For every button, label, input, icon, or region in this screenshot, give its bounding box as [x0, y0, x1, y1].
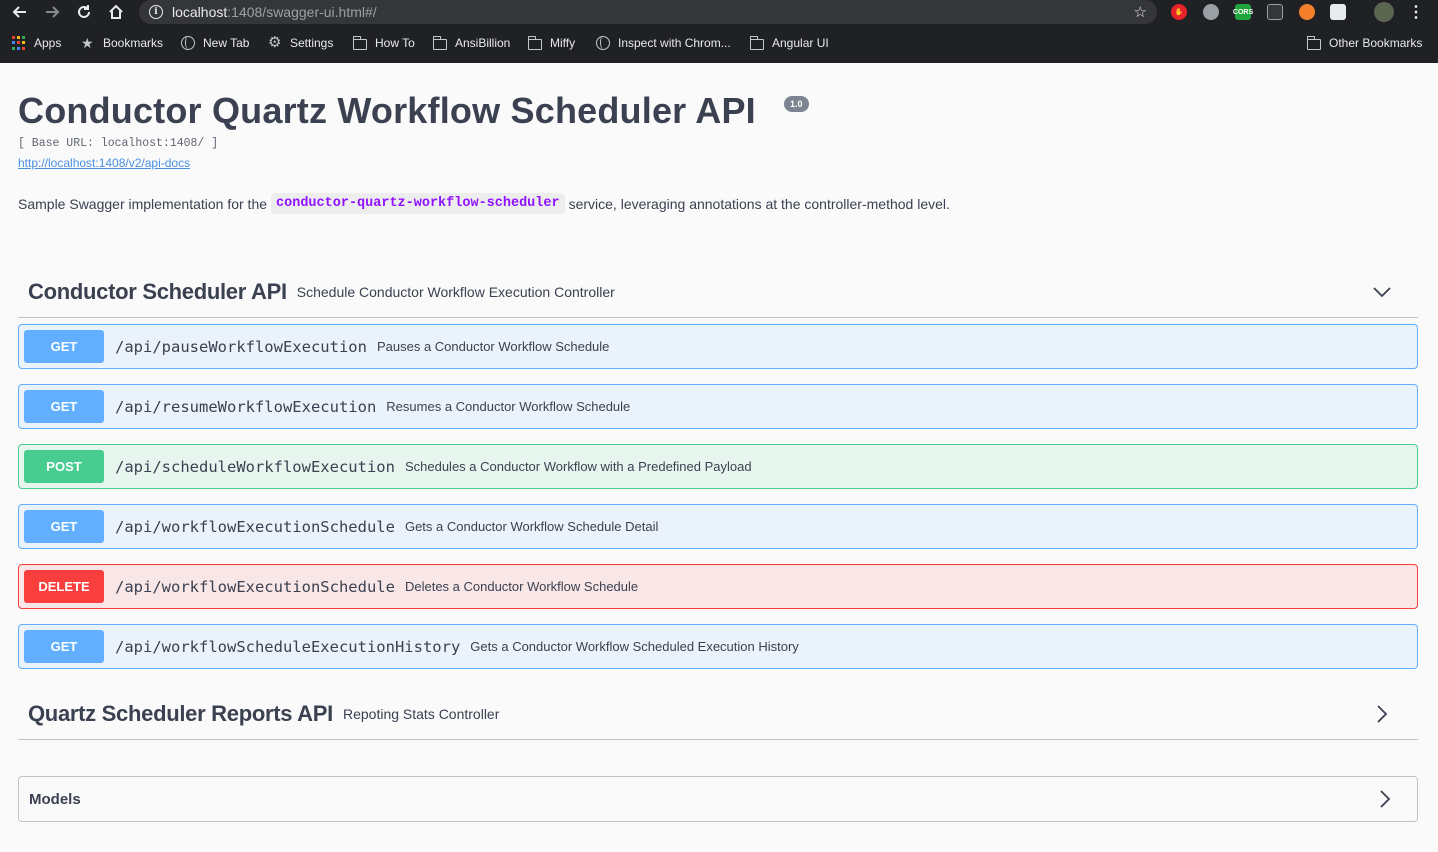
method-badge: GET	[24, 510, 104, 543]
globe-icon	[596, 36, 610, 50]
ext-icon[interactable]	[1267, 4, 1283, 20]
tag-name: Conductor Scheduler API	[28, 278, 287, 304]
star-icon: ★	[81, 35, 94, 51]
adblock-extension-icon[interactable]: ✋	[1171, 4, 1187, 20]
operation-summary: Pauses a Conductor Workflow Schedule	[376, 339, 610, 354]
address-bar[interactable]: i localhost:1408/swagger-ui.html#/ ☆	[139, 0, 1157, 24]
tag-quartz-scheduler-reports-api[interactable]: Quartz Scheduler Reports API Repoting St…	[18, 688, 1418, 740]
operation-path: /api/scheduleWorkflowExecution	[115, 457, 395, 476]
bookmark-inspect[interactable]: Inspect with Chrom...	[596, 35, 731, 51]
bookmark-angular-ui[interactable]: Angular UI	[749, 35, 829, 51]
tag-description: Repoting Stats Controller	[342, 705, 500, 722]
service-name-code: conductor-quartz-workflow-scheduler	[271, 193, 565, 214]
operation-get-pause[interactable]: GET /api/pauseWorkflowExecution Pauses a…	[18, 324, 1418, 369]
bookmark-other[interactable]: Other Bookmarks	[1306, 35, 1422, 51]
api-docs-link[interactable]: http://localhost:1408/v2/api-docs	[18, 156, 190, 170]
url-text: localhost:1408/swagger-ui.html#/	[172, 4, 377, 20]
bookmark-new-tab[interactable]: New Tab	[181, 35, 249, 51]
method-badge: GET	[24, 330, 104, 363]
base-url: [ Base URL: localhost:1408/ ]	[18, 137, 219, 150]
method-badge: DELETE	[24, 570, 104, 603]
operation-delete-schedule[interactable]: DELETE /api/workflowExecutionSchedule De…	[18, 564, 1418, 609]
operation-path: /api/pauseWorkflowExecution	[115, 337, 367, 356]
operation-summary: Gets a Conductor Workflow Schedule Detai…	[404, 519, 659, 534]
operation-get-schedule-detail[interactable]: GET /api/workflowExecutionSchedule Gets …	[18, 504, 1418, 549]
info-icon[interactable]: i	[149, 5, 163, 19]
models-title: Models	[29, 790, 81, 808]
menu-icon[interactable]: ⋮	[1406, 2, 1426, 22]
operation-path: /api/workflowScheduleExecutionHistory	[115, 637, 461, 656]
tag-name: Quartz Scheduler Reports API	[28, 700, 333, 726]
method-badge: GET	[24, 630, 104, 663]
folder-icon	[749, 35, 764, 50]
bookmark-apps[interactable]: Apps	[12, 35, 61, 51]
tag-description: Schedule Conductor Workflow Execution Co…	[296, 283, 615, 300]
page-title: Conductor Quartz Workflow Scheduler API	[18, 90, 756, 131]
bookmark-bookmarks[interactable]: ★ Bookmarks	[81, 35, 163, 51]
ext-icon[interactable]	[1299, 4, 1315, 20]
chevron-down-icon[interactable]	[1372, 282, 1392, 302]
ext-icon[interactable]	[1203, 4, 1219, 20]
folder-icon	[527, 35, 542, 50]
method-badge: POST	[24, 450, 104, 483]
version-badge: 1.0	[784, 96, 809, 112]
bookmark-ansibillion[interactable]: AnsiBillion	[432, 35, 510, 51]
bookmark-star-icon[interactable]: ☆	[1134, 3, 1147, 21]
back-icon[interactable]	[10, 2, 30, 22]
folder-icon	[352, 35, 367, 50]
ext-icon[interactable]	[1330, 4, 1346, 20]
operation-path: /api/workflowExecutionSchedule	[115, 517, 395, 536]
reload-icon[interactable]	[74, 2, 94, 22]
folder-icon	[1306, 35, 1321, 50]
cors-extension-icon[interactable]: CORS	[1233, 4, 1253, 20]
operation-summary: Schedules a Conductor Workflow with a Pr…	[404, 459, 752, 474]
operation-path: /api/workflowExecutionSchedule	[115, 577, 395, 596]
avatar[interactable]	[1374, 2, 1394, 22]
bookmarks-bar: Apps ★ Bookmarks New Tab ⚙ Settings How …	[0, 24, 1438, 63]
operation-summary: Gets a Conductor Workflow Scheduled Exec…	[470, 639, 799, 654]
models-section[interactable]: Models	[18, 776, 1418, 822]
gear-icon: ⚙	[268, 34, 282, 51]
operation-summary: Resumes a Conductor Workflow Schedule	[386, 399, 631, 414]
method-badge: GET	[24, 390, 104, 423]
operation-post-schedule[interactable]: POST /api/scheduleWorkflowExecution Sche…	[18, 444, 1418, 489]
chevron-right-icon[interactable]	[1372, 704, 1392, 724]
operation-path: /api/resumeWorkflowExecution	[115, 397, 377, 416]
bookmark-how-to[interactable]: How To	[352, 35, 415, 51]
globe-icon	[181, 36, 195, 50]
api-description: Sample Swagger implementation for the co…	[18, 193, 950, 214]
browser-toolbar: i localhost:1408/swagger-ui.html#/ ☆ ✋ C…	[0, 0, 1438, 24]
tag-conductor-scheduler-api[interactable]: Conductor Scheduler API Schedule Conduct…	[18, 266, 1418, 318]
bookmark-settings[interactable]: ⚙ Settings	[268, 35, 333, 51]
operation-get-history[interactable]: GET /api/workflowScheduleExecutionHistor…	[18, 624, 1418, 669]
forward-icon[interactable]	[42, 2, 62, 22]
bookmark-miffy[interactable]: Miffy	[527, 35, 575, 51]
operation-summary: Deletes a Conductor Workflow Schedule	[404, 579, 639, 594]
home-icon[interactable]	[106, 2, 126, 22]
folder-icon	[432, 35, 447, 50]
operation-get-resume[interactable]: GET /api/resumeWorkflowExecution Resumes…	[18, 384, 1418, 429]
chevron-right-icon[interactable]	[1375, 789, 1395, 809]
apps-icon	[12, 36, 26, 50]
